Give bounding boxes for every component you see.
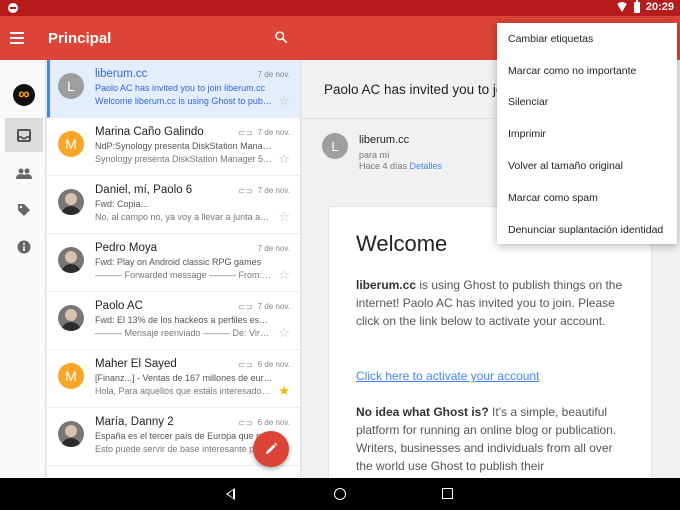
home-icon[interactable]	[334, 488, 346, 500]
email-snippet: Esto puede servir de base interesante pa…	[95, 444, 268, 454]
attachment-icon: ⊂⊃	[237, 360, 253, 370]
email-snippet: ——— Forwarded message ——— From: Pedro	[95, 270, 273, 280]
email-date: 7 de nov.	[257, 70, 290, 79]
attachment-icon: ⊂⊃	[237, 128, 253, 138]
infinity-logo-icon: ∞	[13, 84, 35, 106]
email-date: 6 de nov.	[257, 360, 290, 369]
message-heading: Welcome	[356, 231, 448, 256]
email-snippet: ——— Mensaje reenviado ——— De: Virginia	[95, 328, 273, 338]
email-subject: [Finanz...] - Ventas de 167 millones de …	[95, 373, 273, 383]
account-rail: ∞	[0, 60, 46, 478]
email-date: 7 de nov.	[257, 302, 290, 311]
compose-button[interactable]	[253, 431, 289, 467]
sender-avatar[interactable]: L	[58, 73, 84, 99]
star-icon[interactable]: ☆	[278, 267, 290, 283]
menu-icon[interactable]	[10, 32, 24, 44]
email-subject: Fwd: Play on Android classic RPG games	[95, 257, 262, 267]
menu-item[interactable]: Marcar como spam	[497, 182, 677, 214]
back-icon[interactable]	[226, 488, 235, 500]
page-title: Principal	[48, 30, 112, 47]
navigation-bar	[0, 478, 680, 510]
menu-item[interactable]: Denunciar suplantación identidad	[497, 214, 677, 246]
email-sender: Marina Caño Galindo	[95, 126, 204, 138]
email-list: L liberum.cc 7 de nov. Paolo AC has invi…	[47, 60, 301, 478]
attachment-icon: ⊂⊃	[237, 418, 253, 428]
email-date: 7 de nov.	[257, 186, 290, 195]
activate-account-link[interactable]: Click here to activate your account	[356, 367, 626, 385]
attachment-icon: ⊂⊃	[237, 302, 253, 312]
sender-avatar[interactable]: L	[322, 133, 348, 159]
sender-avatar[interactable]	[58, 189, 84, 215]
star-icon[interactable]: ☆	[278, 151, 290, 167]
email-row[interactable]: L liberum.cc 7 de nov. Paolo AC has invi…	[47, 60, 300, 118]
wifi-icon	[615, 2, 628, 12]
email-snippet: Hola, Para aquellos que estáis interesad…	[95, 386, 273, 396]
email-date: 7 de nov.	[257, 244, 290, 253]
email-date: 6 de nov.	[257, 418, 290, 427]
email-snippet: No, al campo no, ya voy a llevar a junta…	[95, 212, 273, 222]
menu-item[interactable]: Volver al tamaño original	[497, 150, 677, 182]
email-row[interactable]: Pedro Moya 7 de nov. Fwd: Play on Androi…	[47, 234, 300, 292]
account-avatar[interactable]: ∞	[5, 78, 43, 112]
label-icon	[18, 204, 30, 216]
email-sender: Daniel, mí, Paolo 6	[95, 184, 193, 196]
menu-item[interactable]: Marcar como no importante	[497, 55, 677, 87]
star-icon[interactable]: ★	[278, 383, 290, 399]
message-time: Hace 4 días Detalles	[359, 161, 443, 171]
email-sender: liberum.cc	[95, 68, 148, 80]
email-sender: María, Danny 2	[95, 416, 174, 428]
email-snippet: Welcome liberum.cc is using Ghost to pub…	[95, 96, 273, 106]
info-icon	[17, 240, 31, 254]
sender-avatar[interactable]: M	[58, 363, 84, 389]
rail-item-promotions[interactable]	[5, 193, 43, 227]
status-time: 20:29	[645, 1, 674, 13]
menu-item[interactable]: Silenciar	[497, 87, 677, 119]
email-subject: Fwd: Copia...	[95, 199, 149, 209]
email-row[interactable]: Daniel, mí, Paolo 6 ⊂⊃ 7 de nov. Fwd: Co…	[47, 176, 300, 234]
star-icon[interactable]: ☆	[278, 93, 290, 109]
email-subject: NdP:Synology presenta DiskStation Manage…	[95, 141, 273, 151]
search-icon[interactable]	[274, 30, 288, 44]
email-row[interactable]: M Marina Caño Galindo ⊂⊃ 7 de nov. NdP:S…	[47, 118, 300, 176]
status-bar: 20:29	[0, 0, 680, 16]
email-date: 7 de nov.	[257, 128, 290, 137]
menu-item[interactable]: Cambiar etiquetas	[497, 23, 677, 55]
recipient-label: para mí	[359, 150, 390, 160]
details-link[interactable]: Detalles	[410, 161, 443, 171]
attachment-icon: ⊂⊃	[237, 186, 253, 196]
sender-name: liberum.cc	[359, 134, 410, 146]
menu-item[interactable]: Imprimir	[497, 118, 677, 150]
rail-item-updates[interactable]	[5, 230, 43, 264]
message-body: Welcome liberum.cc is using Ghost to pub…	[328, 206, 652, 478]
message-paragraph-2: No idea what Ghost is? It's a simple, be…	[356, 405, 617, 473]
recents-icon[interactable]	[442, 488, 453, 499]
pencil-icon	[266, 442, 278, 454]
email-subject: Paolo AC has invited you to join liberum…	[95, 83, 266, 93]
email-subject: Fwd: El 13% de los hackeos a perfiles es…	[95, 315, 273, 325]
battery-icon	[633, 0, 640, 13]
inbox-icon	[17, 128, 31, 142]
rail-item-social[interactable]	[5, 156, 43, 190]
email-snippet: Synology presenta DiskStation Manager 5.…	[95, 154, 273, 164]
star-icon[interactable]: ☆	[278, 209, 290, 225]
message-paragraph: liberum.cc is using Ghost to publish thi…	[356, 278, 623, 328]
email-row[interactable]: M Maher El Sayed ⊂⊃ 6 de nov. [Finanz...…	[47, 350, 300, 408]
people-icon	[16, 168, 32, 179]
email-sender: Maher El Sayed	[95, 358, 177, 370]
email-sender: Pedro Moya	[95, 242, 158, 254]
sender-avatar[interactable]	[58, 421, 84, 447]
email-sender: Paolo AC	[95, 300, 143, 312]
star-icon[interactable]: ☆	[278, 325, 290, 341]
rail-item-inbox[interactable]	[5, 118, 43, 152]
notification-icon	[8, 3, 18, 13]
sender-avatar[interactable]	[58, 247, 84, 273]
overflow-menu: Cambiar etiquetas Marcar como no importan…	[497, 23, 677, 244]
sender-avatar[interactable]: M	[58, 131, 84, 157]
email-row[interactable]: Paolo AC ⊂⊃ 7 de nov. Fwd: El 13% de los…	[47, 292, 300, 350]
sender-avatar[interactable]	[58, 305, 84, 331]
email-subject: España es el tercer país de Europa que m…	[95, 431, 273, 441]
